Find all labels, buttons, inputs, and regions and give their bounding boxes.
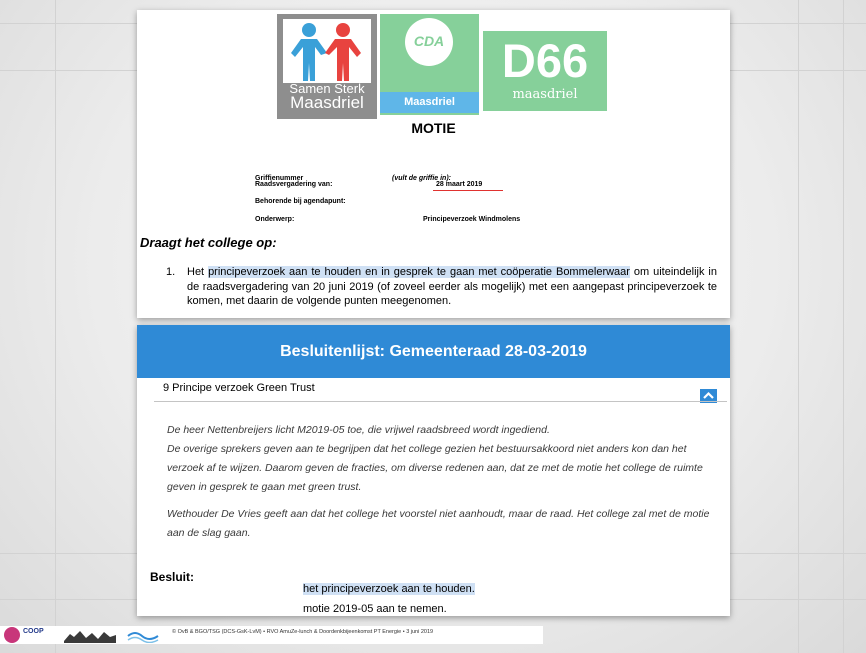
besluit-line: motie 2019-05 aan te nemen. [303,603,447,615]
onderwerp-value: Principeverzoek Windmolens [423,216,521,223]
circle-logo-icon [4,627,20,643]
background-gridline [55,0,56,653]
logo-text: Maasdriel [380,92,479,113]
document-title: MOTIE [411,120,456,136]
logo-text: D66 [501,34,589,87]
point-number: 1. [166,266,176,278]
besluitenlijst-header: Besluitenlijst: Gemeenteraad 28-03-2019 [137,325,730,378]
footer-strip: COOP © OvB & BGO/TSG (DCS-GsK-LvM) • RVO… [0,626,543,644]
point-text-start: Het [187,266,209,278]
motie-document: Samen Sterk Maasdriel CDA Maasdriel D66 … [137,10,730,318]
divider [154,401,727,402]
cda-maasdriel-logo: CDA Maasdriel [380,14,479,115]
minutes-paragraph: Wethouder De Vries geeft aan dat het col… [167,508,710,539]
agenda-item-title[interactable]: 9 Principe verzoek Green Trust [163,382,315,394]
logo-text: maasdriel [512,87,578,102]
minutes-line: De heer Nettenbreijers licht M2019-05 to… [167,424,550,436]
footer-text: © OvB & BGO/TSG (DCS-GsK-LvM) • RVO AmuZ… [172,629,434,635]
coop-logo: COOP [23,628,44,635]
besluitenlijst-document: Besluitenlijst: Gemeenteraad 28-03-2019 … [137,325,730,616]
samen-sterk-maasdriel-logo: Samen Sterk Maasdriel [277,14,377,119]
onderwerp-label: Onderwerp: [255,216,295,223]
background-gridline [843,0,844,653]
agendapunt-label: Behorende bij agendapunt: [255,198,346,205]
minutes-text: De overige sprekers geven aan te begrijp… [167,443,703,493]
date-underline [433,190,503,191]
water-logo [126,627,160,644]
two-people-icon [291,23,361,81]
rural-landscape-logo [64,627,116,643]
logo-text: Maasdriel [290,93,364,112]
logo-text: CDA [413,33,445,49]
background-gridline [798,0,799,653]
minutes-paragraph: De heer Nettenbreijers licht M2019-05 to… [167,421,722,497]
highlighted-text: het principeverzoek aan te houden. [303,583,475,595]
raadsvergadering-label: Raadsvergadering van: [255,181,333,188]
draagt-heading: Draagt het college op: [140,235,277,250]
highlighted-text: principeverzoek aan te houden en in gesp… [208,266,630,278]
motie-point-text: Het principeverzoek aan te houden en in … [187,265,717,309]
raadsvergadering-date: 28 maart 2019 [436,181,483,188]
d66-maasdriel-logo: D66 maasdriel [483,31,607,111]
besluit-label: Besluit: [150,570,195,584]
besluit-line: het principeverzoek aan te houden. [303,583,475,595]
